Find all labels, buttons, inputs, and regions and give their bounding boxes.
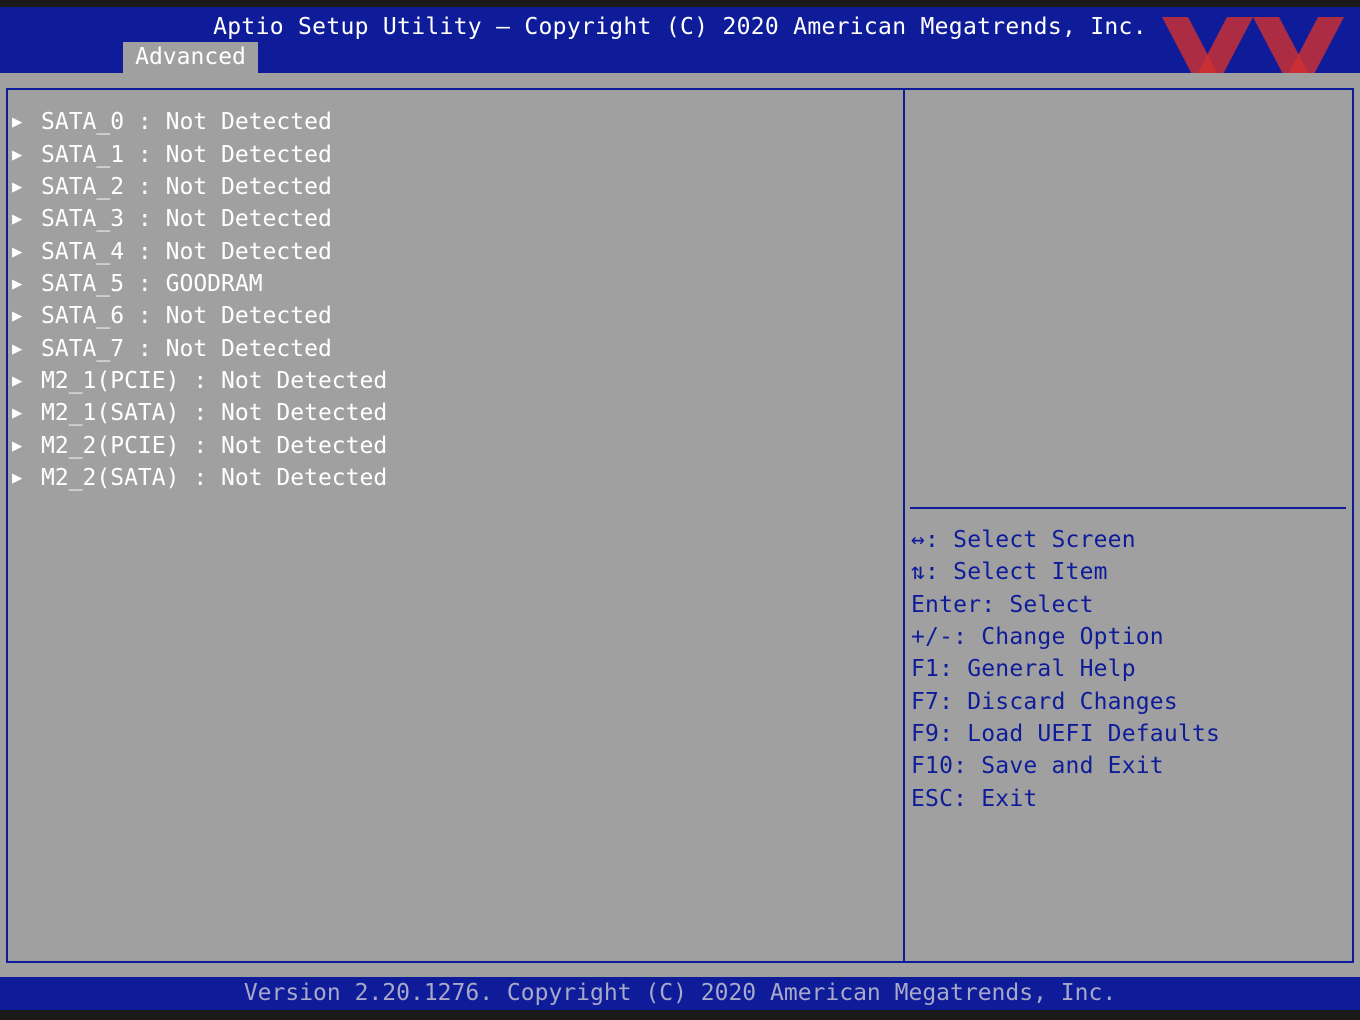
menu-item-sata-4[interactable]: ▶ SATA_4 : Not Detected: [12, 235, 387, 267]
device-list: ▶ SATA_0 : Not Detected ▶ SATA_1 : Not Det…: [12, 106, 387, 494]
menu-item-label: SATA_2 : Not Detected: [41, 173, 332, 200]
triangle-right-icon: ▶: [12, 176, 23, 197]
menu-item-label: SATA_3 : Not Detected: [41, 206, 332, 233]
triangle-right-icon: ▶: [12, 403, 23, 424]
tab-advanced[interactable]: Advanced: [123, 42, 258, 73]
help-enter-select: Enter: Select: [911, 591, 1094, 618]
menu-item-m2-1-pcie[interactable]: ▶ M2_1(PCIE) : Not Detected: [12, 365, 387, 397]
menu-item-label: M2_2(SATA) : Not Detected: [41, 464, 388, 491]
triangle-right-icon: ▶: [12, 435, 23, 456]
triangle-right-icon: ▶: [12, 209, 23, 230]
help-select-screen: ↔: Select Screen: [911, 527, 1136, 553]
triangle-right-icon: ▶: [12, 273, 23, 294]
menu-item-sata-7[interactable]: ▶ SATA_7 : Not Detected: [12, 332, 387, 364]
menu-item-label: SATA_5 : GOODRAM: [41, 270, 263, 297]
triangle-right-icon: ▶: [12, 338, 23, 359]
menu-item-label: SATA_4 : Not Detected: [41, 238, 332, 265]
help-save-exit: F10: Save and Exit: [911, 753, 1164, 780]
bottom-edge: [0, 1010, 1360, 1020]
triangle-right-icon: ▶: [12, 306, 23, 327]
version-text: Version 2.20.1276. Copyright (C) 2020 Am…: [243, 980, 1117, 1006]
menu-item-m2-2-pcie[interactable]: ▶ M2_2(PCIE) : Not Detected: [12, 429, 387, 461]
bios-title: Aptio Setup Utility – Copyright (C) 2020…: [213, 14, 1147, 40]
help-divider: [910, 507, 1346, 509]
main-panel: ▶ SATA_0 : Not Detected ▶ SATA_1 : Not Det…: [0, 73, 1360, 977]
menu-item-m2-2-sata[interactable]: ▶ M2_2(SATA) : Not Detected: [12, 462, 387, 494]
triangle-right-icon: ▶: [12, 144, 23, 165]
menu-item-sata-2[interactable]: ▶ SATA_2 : Not Detected: [12, 171, 387, 203]
help-select-item: ⇅: Select Item: [911, 559, 1108, 586]
menu-item-label: SATA_0 : Not Detected: [41, 109, 332, 136]
help-esc-exit: ESC: Exit: [911, 785, 1038, 812]
menu-item-label: M2_2(PCIE) : Not Detected: [41, 432, 388, 459]
help-change-option: +/-: Change Option: [911, 624, 1164, 651]
bottom-bar: Version 2.20.1276. Copyright (C) 2020 Am…: [0, 977, 1360, 1010]
menu-item-label: SATA_6 : Not Detected: [41, 303, 332, 330]
menu-item-sata-3[interactable]: ▶ SATA_3 : Not Detected: [12, 203, 387, 235]
menu-item-sata-5[interactable]: ▶ SATA_5 : GOODRAM: [12, 268, 387, 300]
help-load-defaults: F9: Load UEFI Defaults: [911, 721, 1221, 748]
help-general-help: F1: General Help: [911, 656, 1136, 683]
menu-item-sata-0[interactable]: ▶ SATA_0 : Not Detected: [12, 106, 387, 138]
menu-item-label: SATA_7 : Not Detected: [41, 335, 332, 362]
menu-item-sata-6[interactable]: ▶ SATA_6 : Not Detected: [12, 300, 387, 332]
vertical-divider: [903, 88, 905, 963]
menu-item-label: SATA_1 : Not Detected: [41, 141, 332, 168]
help-discard-changes: F7: Discard Changes: [911, 688, 1178, 715]
menu-item-sata-1[interactable]: ▶ SATA_1 : Not Detected: [12, 138, 387, 170]
menu-item-label: M2_1(PCIE) : Not Detected: [41, 367, 388, 394]
triangle-right-icon: ▶: [12, 467, 23, 488]
key-help: ↔: Select Screen ⇅: Select Item Enter: S…: [911, 524, 1220, 815]
menu-item-m2-1-sata[interactable]: ▶ M2_1(SATA) : Not Detected: [12, 397, 387, 429]
triangle-right-icon: ▶: [12, 241, 23, 262]
triangle-right-icon: ▶: [12, 112, 23, 133]
triangle-right-icon: ▶: [12, 370, 23, 391]
top-bar: Aptio Setup Utility – Copyright (C) 2020…: [0, 0, 1360, 73]
menu-item-label: M2_1(SATA) : Not Detected: [41, 400, 388, 427]
